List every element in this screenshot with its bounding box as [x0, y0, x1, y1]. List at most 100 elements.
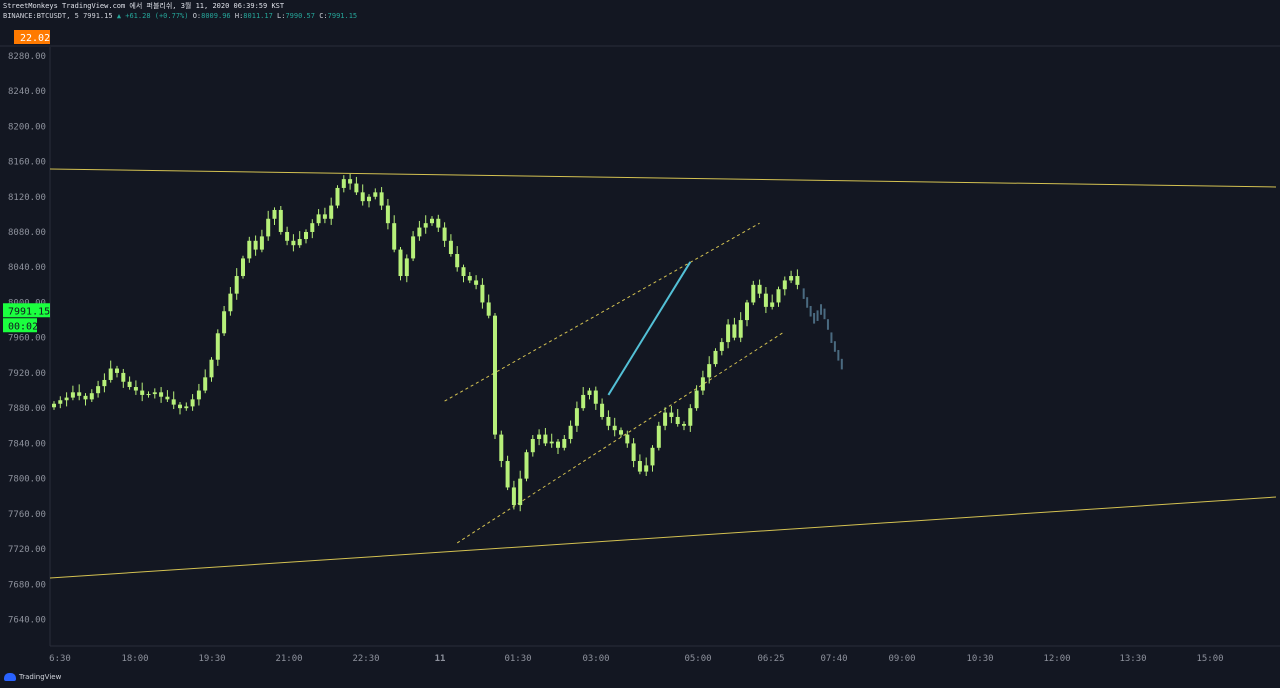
candle-body [568, 425, 573, 439]
candle-body [379, 192, 384, 206]
candle-body [152, 392, 157, 395]
candle-body [549, 441, 554, 444]
candle-body [619, 430, 623, 435]
candle-body [442, 227, 447, 241]
price-chart[interactable]: 8280.00 8240.00 8200.00 8160.00 8120.00 8080.… [0, 0, 1280, 688]
candle-body [278, 209, 283, 232]
candle-body [436, 218, 441, 228]
candle-body [222, 311, 227, 334]
price-label: 7991.15 [8, 306, 50, 317]
candle-body [700, 377, 705, 391]
candle-body [404, 258, 409, 277]
candle-body [165, 396, 170, 400]
chart-header: StreetMonkeys TradingView.com 에서 퍼블리쉬, 3… [3, 1, 357, 21]
candle-body [587, 390, 592, 395]
candle-body [291, 240, 296, 246]
candle-body [480, 284, 485, 303]
y-tick-label: 8160.00 [8, 158, 46, 168]
channel-upper [444, 222, 760, 402]
candle-body [455, 254, 460, 268]
candle-body [115, 368, 119, 373]
candle-body [253, 240, 258, 250]
candle-body [511, 487, 516, 506]
candle-body [297, 239, 302, 246]
candle-body [537, 434, 542, 439]
close-label: C: [319, 12, 328, 20]
candle-body [719, 342, 724, 351]
candle-body [505, 461, 510, 488]
x-tick-label: 6:30 [49, 654, 71, 664]
candle-body [392, 223, 397, 250]
candle-body [745, 302, 749, 321]
open-value: 8009.96 [201, 12, 231, 20]
candle-body [52, 403, 56, 408]
candle-body [127, 381, 132, 388]
last-price: 7991.15 [83, 12, 113, 20]
candle-body [663, 412, 668, 426]
close-value: 7991.15 [327, 12, 358, 20]
y-tick-label: 7720.00 [8, 545, 46, 555]
candle-body [732, 324, 737, 338]
candle-body [215, 333, 220, 360]
candle-body [486, 302, 491, 316]
x-tick-label: 19:30 [198, 654, 225, 664]
x-tick-label: 15:00 [1196, 654, 1223, 664]
candle-body [518, 478, 523, 506]
candle-body [360, 192, 365, 202]
publish-line: StreetMonkeys TradingView.com 에서 퍼블리쉬, 3… [3, 2, 285, 10]
candle-body [398, 249, 403, 277]
candle-body [247, 240, 252, 259]
candle-body [140, 390, 145, 395]
candle-body [562, 438, 567, 448]
candle-body [96, 386, 101, 394]
candle-body [625, 434, 630, 444]
candle-body [316, 214, 321, 224]
y-tick-label: 7960.00 [8, 334, 46, 344]
candle-body [757, 284, 762, 294]
candle-body [656, 425, 661, 448]
candle-body [789, 276, 794, 281]
x-tick-label: 13:30 [1119, 654, 1146, 664]
y-tick-label: 8120.00 [8, 193, 46, 203]
candle-body [354, 183, 359, 193]
candle-body [241, 258, 245, 277]
candle-body [373, 192, 378, 197]
candle-body [196, 390, 201, 400]
candle-body [184, 406, 189, 409]
y-tick-label: 7640.00 [8, 616, 46, 626]
candle-body [688, 408, 693, 426]
candle-body [385, 205, 390, 224]
tradingview-logo[interactable]: TradingView [4, 673, 61, 681]
x-tick-label: 01:30 [504, 654, 531, 664]
candle-body [726, 324, 731, 343]
candle-body [606, 416, 611, 426]
candle-body [770, 302, 775, 307]
candle-body [637, 461, 642, 472]
high-value: 8011.17 [243, 12, 273, 20]
candle-body [493, 315, 497, 435]
candle-body [650, 447, 655, 466]
candle-body [411, 236, 416, 259]
candle-body [272, 209, 277, 219]
candle-body [121, 372, 126, 382]
candle-body [228, 293, 233, 312]
candle-body [310, 223, 315, 232]
candle-body [77, 392, 82, 396]
candle-body [631, 443, 636, 462]
low-value: 7990.57 [285, 12, 315, 20]
candle-body [543, 434, 548, 444]
symbol-label: BINANCE:BTCUSDT, 5 [3, 12, 79, 20]
candle-body [738, 320, 743, 338]
candle-body [782, 280, 787, 290]
candle-body [751, 284, 756, 303]
candle-body [209, 359, 214, 378]
change-label: ▲ +61.28 (+0.77%) [116, 12, 189, 20]
candle-body [322, 214, 327, 219]
y-tick-label: 8040.00 [8, 263, 46, 273]
y-tick-label: 8280.00 [8, 52, 46, 62]
candle-body [83, 395, 88, 400]
candle-body [423, 223, 428, 228]
candle-body [159, 392, 164, 397]
candle-body [133, 387, 138, 391]
candle-body [474, 280, 479, 285]
